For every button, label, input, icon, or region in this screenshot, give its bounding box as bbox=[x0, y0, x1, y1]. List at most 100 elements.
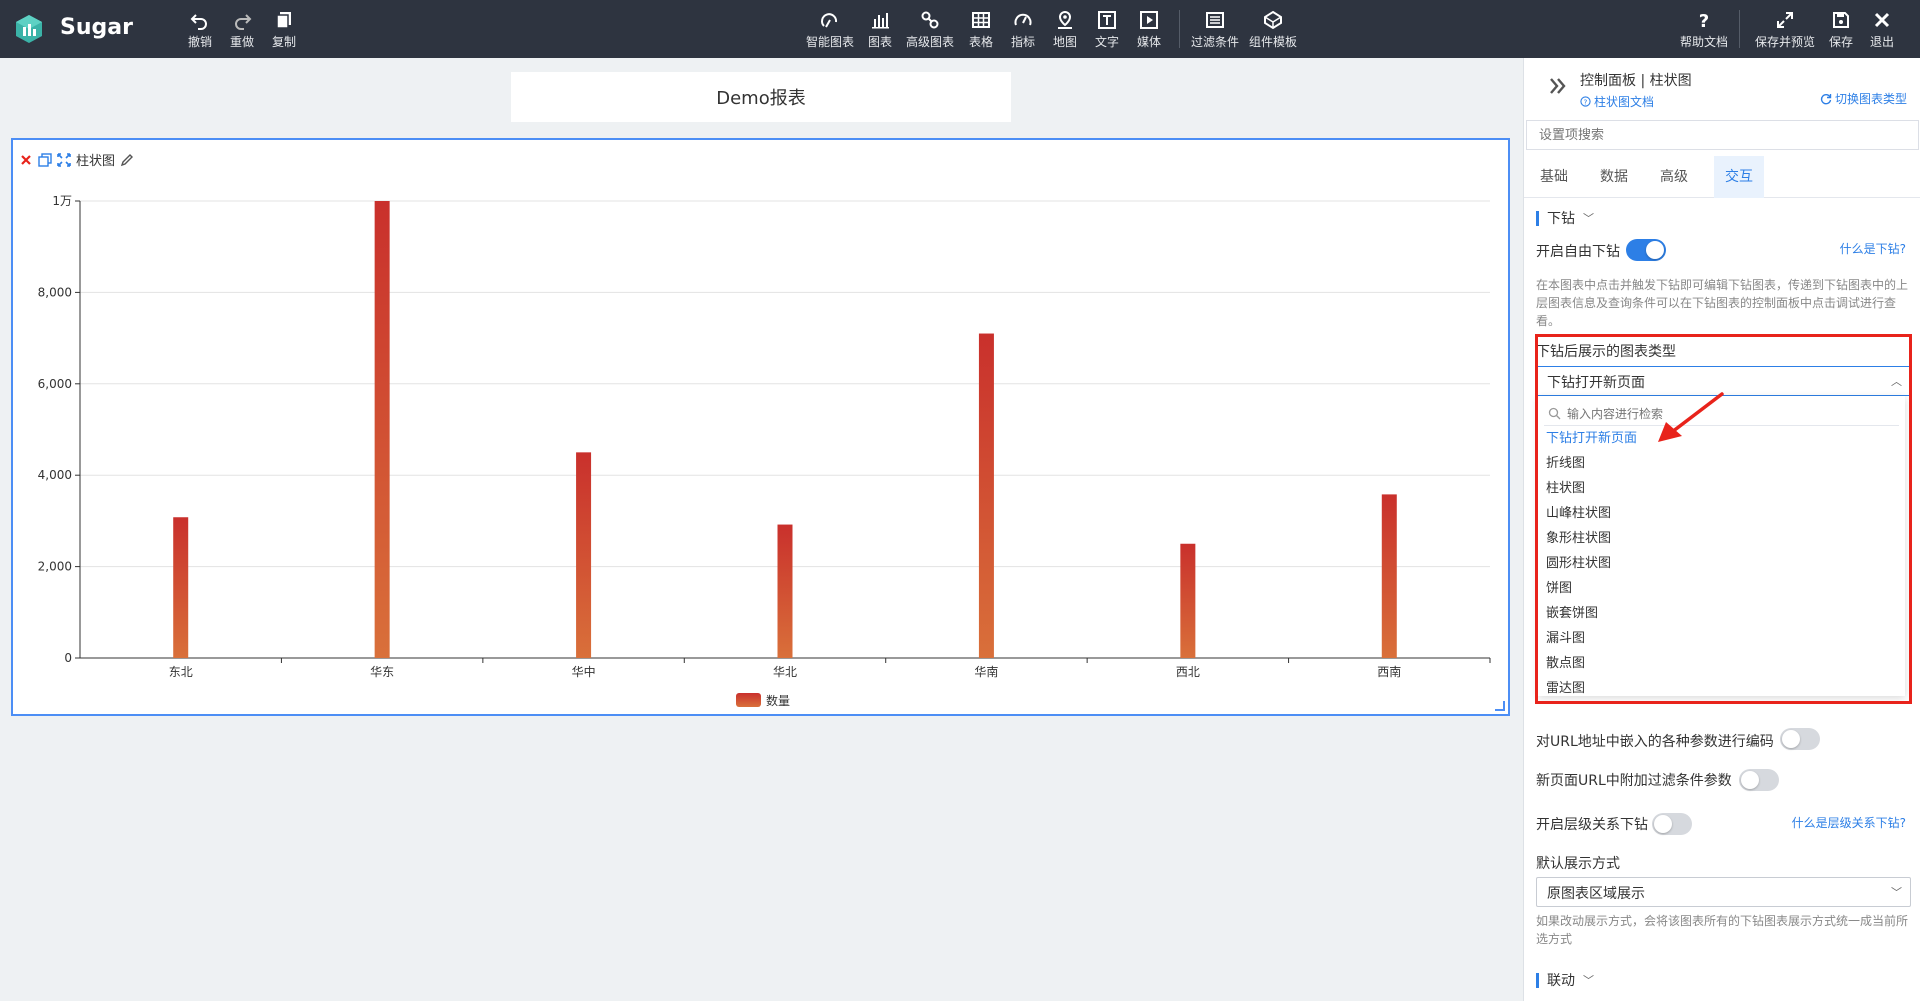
panel-tabs: 基础 数据 高级 交互 bbox=[1524, 156, 1920, 198]
undo-button[interactable]: 撤销 bbox=[188, 10, 212, 50]
option-radar[interactable]: 雷达图 bbox=[1538, 676, 1905, 696]
smart-chart-button[interactable]: 智能图表 bbox=[806, 10, 854, 50]
toolbar-divider bbox=[1739, 10, 1740, 48]
bar-chart-card[interactable]: 0 2,000 4,000 6,000 8,000 1万 东北 华东 华中 华北 华南 西北 西南 数量 … bbox=[11, 138, 1510, 716]
advanced-chart-button[interactable]: 高级图表 bbox=[906, 10, 954, 50]
y-tick-label: 8,000 bbox=[38, 285, 72, 299]
append-filter-label: 新页面URL中附加过滤条件参数 bbox=[1536, 773, 1732, 789]
bar bbox=[576, 452, 592, 658]
chart-card-header: 柱状图 bbox=[19, 150, 134, 169]
refresh-icon bbox=[1820, 93, 1832, 104]
bar bbox=[978, 333, 994, 658]
option-funnel[interactable]: 漏斗图 bbox=[1538, 626, 1905, 651]
y-tick-label: 1万 bbox=[52, 194, 72, 208]
delete-icon[interactable] bbox=[19, 153, 33, 167]
what-is-drill-link[interactable]: 什么是下钻? bbox=[1840, 240, 1906, 257]
default-display-label: 默认展示方式 bbox=[1536, 856, 1620, 872]
indicator-button[interactable]: 指标 bbox=[1011, 10, 1035, 50]
dropdown-search-input[interactable] bbox=[1567, 406, 1867, 421]
svg-text:?: ? bbox=[1699, 11, 1709, 30]
copy-button[interactable]: 复制 bbox=[272, 10, 296, 50]
top-toolbar: Sugar 撤销 重做 复制 智能图表 图表 高级图表 表格 指标 地图 文字 bbox=[0, 0, 1920, 58]
option-pie[interactable]: 饼图 bbox=[1538, 576, 1905, 601]
save-preview-button[interactable]: 保存并预览 bbox=[1755, 10, 1815, 50]
hierarchy-drill-label: 开启层级关系下钻 bbox=[1536, 817, 1648, 833]
link-section-header[interactable]: 联动 ﹀ bbox=[1536, 970, 1594, 990]
close-icon bbox=[1874, 12, 1890, 28]
panel-title: 控制面板 | 柱状图 bbox=[1580, 73, 1692, 89]
y-tick-label: 6,000 bbox=[38, 377, 72, 391]
settings-search-input[interactable] bbox=[1526, 120, 1919, 150]
filter-button[interactable]: 过滤条件 bbox=[1191, 10, 1239, 50]
drill-section-header[interactable]: 下钻 ﹀ bbox=[1536, 208, 1594, 228]
switch-chart-type-link[interactable]: 切换图表类型 bbox=[1820, 90, 1907, 107]
chart-button[interactable]: 图表 bbox=[868, 10, 892, 50]
y-tick-label: 2,000 bbox=[38, 560, 72, 574]
tab-interaction[interactable]: 交互 bbox=[1714, 156, 1764, 198]
sugar-logo-icon bbox=[16, 15, 42, 43]
section-marker bbox=[1536, 972, 1539, 988]
free-drill-toggle[interactable] bbox=[1626, 239, 1666, 261]
append-filter-toggle[interactable] bbox=[1739, 769, 1779, 791]
panel-header: 控制面板 | 柱状图 ? 柱状图文档 切换图表类型 bbox=[1524, 58, 1920, 118]
tab-data[interactable]: 数据 bbox=[1584, 156, 1644, 198]
text-button[interactable]: 文字 bbox=[1095, 10, 1119, 50]
x-tick-label: 西南 bbox=[1377, 664, 1401, 679]
x-tick-label: 西北 bbox=[1176, 665, 1200, 679]
legend-swatch bbox=[736, 693, 761, 707]
resize-handle[interactable] bbox=[1495, 701, 1505, 711]
y-tick-label: 4,000 bbox=[38, 468, 72, 482]
option-scatter[interactable]: 散点图 bbox=[1538, 651, 1905, 676]
option-pictorial-bar[interactable]: 象形柱状图 bbox=[1538, 526, 1905, 551]
save-button[interactable]: 保存 bbox=[1829, 10, 1853, 50]
legend-label: 数量 bbox=[766, 693, 790, 708]
filter-icon bbox=[1206, 12, 1224, 28]
section-marker bbox=[1536, 210, 1539, 226]
hierarchy-drill-toggle[interactable] bbox=[1652, 813, 1692, 835]
table-icon bbox=[972, 12, 990, 28]
tab-advanced[interactable]: 高级 bbox=[1644, 156, 1704, 198]
redo-button[interactable]: 重做 bbox=[230, 10, 254, 50]
map-button[interactable]: 地图 bbox=[1053, 10, 1077, 50]
what-is-hierarchy-drill-link[interactable]: 什么是层级关系下钻? bbox=[1792, 814, 1906, 831]
bar-chart: 0 2,000 4,000 6,000 8,000 1万东北 华东 华中 华北 华南 西北 西南数量 bbox=[38, 194, 1491, 708]
option-bar[interactable]: 柱状图 bbox=[1538, 476, 1905, 501]
app-name: Sugar bbox=[60, 15, 133, 40]
chevron-down-icon: ﹀ bbox=[1583, 212, 1594, 225]
expand-icon bbox=[1777, 12, 1793, 28]
drill-chart-type-dropdown: 下钻打开新页面 折线图 柱状图 山峰柱状图 象形柱状图 圆形柱状图 饼图 嵌套饼… bbox=[1538, 396, 1905, 696]
option-new-page[interactable]: 下钻打开新页面 bbox=[1538, 426, 1905, 451]
table-button[interactable]: 表格 bbox=[969, 10, 993, 50]
option-nested-pie[interactable]: 嵌套饼图 bbox=[1538, 601, 1905, 626]
template-button[interactable]: 组件模板 bbox=[1249, 10, 1297, 50]
help-doc-button[interactable]: ? 帮助文档 bbox=[1680, 10, 1728, 50]
drill-chart-type-select[interactable]: 下钻打开新页面 ︿ bbox=[1536, 366, 1911, 396]
collapse-panel-icon[interactable] bbox=[1546, 74, 1570, 98]
media-icon bbox=[1140, 11, 1158, 29]
question-circle-icon: ? bbox=[1580, 96, 1591, 107]
x-tick-label: 华中 bbox=[572, 664, 596, 679]
default-display-select[interactable]: 原图表区域展示 ﹀ bbox=[1536, 877, 1911, 907]
x-tick-label: 华东 bbox=[370, 665, 394, 679]
x-tick-label: 东北 bbox=[169, 665, 193, 679]
exit-button[interactable]: 退出 bbox=[1870, 10, 1894, 50]
encode-url-toggle[interactable] bbox=[1780, 728, 1820, 750]
bar-chart-doc-link[interactable]: ? 柱状图文档 bbox=[1580, 93, 1654, 110]
tab-basic[interactable]: 基础 bbox=[1524, 156, 1584, 198]
display-help-text: 如果改动展示方式，会将该图表所有的下钻图表展示方式统一成当前所选方式 bbox=[1536, 914, 1909, 946]
chevron-up-icon: ︿ bbox=[1891, 375, 1902, 388]
search-icon bbox=[1548, 407, 1561, 420]
duplicate-icon[interactable] bbox=[38, 152, 52, 167]
option-peak-bar[interactable]: 山峰柱状图 bbox=[1538, 501, 1905, 526]
option-circular-bar[interactable]: 圆形柱状图 bbox=[1538, 551, 1905, 576]
y-tick-label: 0 bbox=[64, 651, 72, 665]
template-icon bbox=[1264, 10, 1282, 30]
smart-chart-icon bbox=[821, 13, 838, 28]
option-line[interactable]: 折线图 bbox=[1538, 451, 1905, 476]
media-button[interactable]: 媒体 bbox=[1137, 10, 1161, 50]
bar bbox=[374, 201, 390, 658]
edit-pencil-icon[interactable] bbox=[120, 153, 134, 167]
undo-icon bbox=[190, 14, 207, 30]
fullscreen-icon[interactable] bbox=[57, 152, 71, 167]
report-title[interactable]: Demo报表 bbox=[511, 72, 1011, 122]
